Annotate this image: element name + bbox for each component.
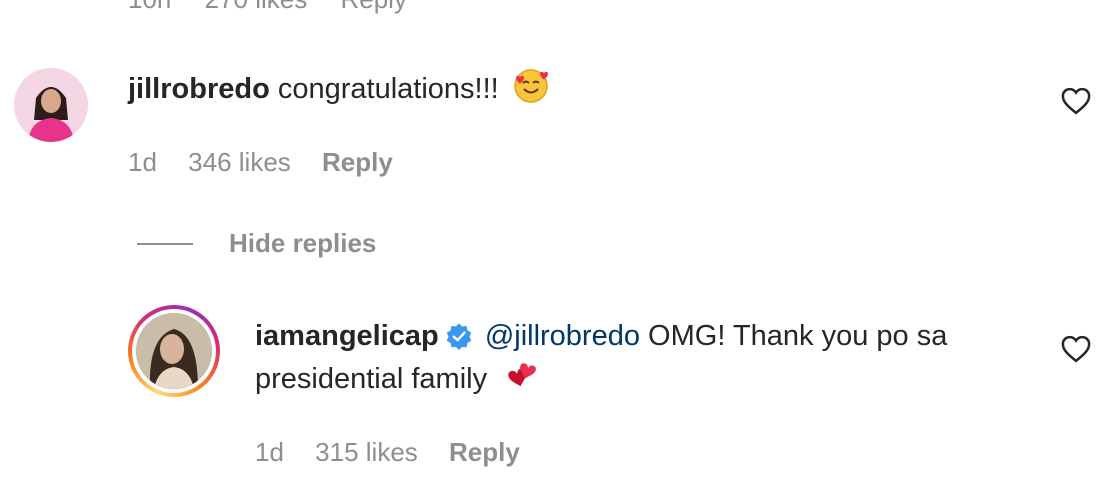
comment-time: 1d xyxy=(128,147,157,177)
reply-body-line2: presidential family xyxy=(255,358,541,406)
avatar-iamangelicap-story-ring[interactable] xyxy=(128,305,220,397)
previous-comment-time: 10h xyxy=(128,0,171,14)
previous-comment-likes[interactable]: 270 likes xyxy=(205,0,308,14)
avatar-image xyxy=(14,68,88,142)
reply-username[interactable]: iamangelicap xyxy=(255,320,439,352)
comment-likes[interactable]: 346 likes xyxy=(188,147,291,178)
reply-reply-button[interactable]: Reply xyxy=(449,437,520,468)
comment-body: jillrobredo congratulations!!! xyxy=(128,68,549,116)
two-hearts-icon xyxy=(501,360,541,406)
avatar-iamangelicap[interactable] xyxy=(136,313,212,389)
avatar-image xyxy=(136,313,212,389)
reply-meta: 1d 315 likes Reply xyxy=(255,437,544,468)
hide-replies-label: Hide replies xyxy=(229,228,377,258)
hide-replies-button[interactable]: Hide replies xyxy=(137,228,376,259)
comment-meta: 1d 346 likes Reply xyxy=(128,147,417,178)
reply-mention-link[interactable]: @jillrobredo xyxy=(485,320,640,352)
previous-comment-meta: 10h 270 likes Reply xyxy=(128,0,433,15)
like-comment-heart-icon[interactable] xyxy=(1061,87,1091,115)
previous-comment-reply-button[interactable]: Reply xyxy=(340,0,406,14)
reply-text-line2: presidential family xyxy=(255,363,488,395)
reply-body-line1: iamangelicap @jillrobredo OMG! Thank you… xyxy=(255,315,947,362)
comment-reply-button[interactable]: Reply xyxy=(322,147,393,178)
avatar-jillrobredo[interactable] xyxy=(14,68,88,142)
hide-replies-divider xyxy=(137,242,193,245)
comment-text: congratulations!!! xyxy=(277,73,499,105)
reply-text-line1: OMG! Thank you po sa xyxy=(648,320,948,352)
reply-time: 1d xyxy=(255,437,284,467)
reply-likes[interactable]: 315 likes xyxy=(315,437,418,468)
like-reply-heart-icon[interactable] xyxy=(1061,335,1091,363)
comment-username[interactable]: jillrobredo xyxy=(128,73,270,105)
verified-badge-icon xyxy=(445,320,473,362)
smiling-face-with-hearts-icon xyxy=(513,68,549,116)
